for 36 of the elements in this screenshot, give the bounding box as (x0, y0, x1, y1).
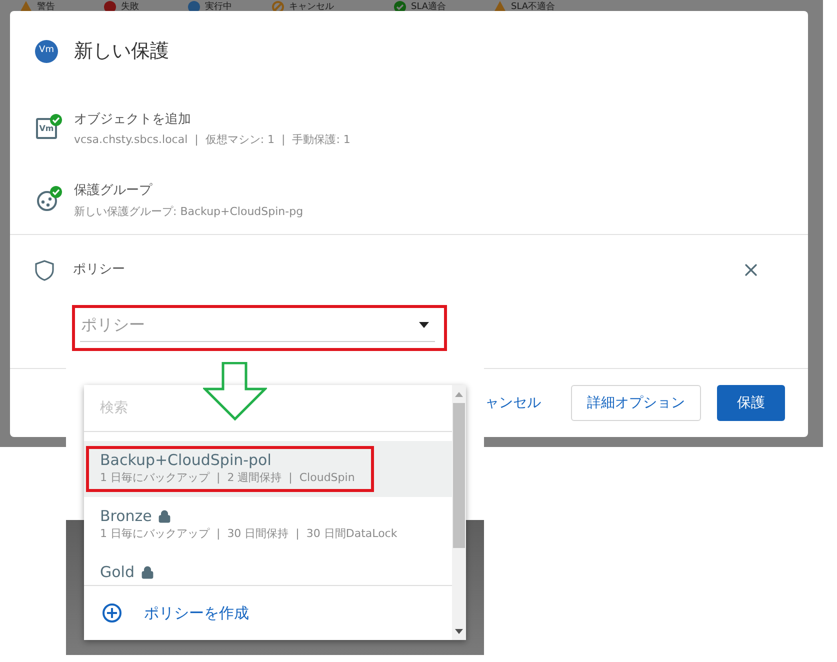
legend-label: 実行中 (205, 2, 232, 12)
section-title: ポリシー (73, 261, 125, 280)
legend-label: 警告 (37, 2, 55, 12)
option-name: Backup+CloudSpin-pol (100, 451, 272, 470)
scrollbar-thumb[interactable] (453, 403, 465, 548)
vm-badge: Vm (35, 40, 58, 62)
group-icon (36, 190, 58, 212)
lock-icon (158, 510, 171, 523)
dialog-title: 新しい保護 (74, 38, 169, 64)
step-summary: 新しい保護グループ: Backup+CloudSpin-pg (74, 204, 304, 220)
step-title: 保護グループ (74, 182, 154, 200)
arrow-annotation (203, 362, 267, 421)
create-policy-link[interactable]: ポリシーを作成 (144, 602, 249, 624)
step-title: オブジェクトを追加 (74, 110, 192, 128)
protect-button[interactable]: 保護 (717, 385, 785, 421)
scroll-down-icon[interactable] (455, 629, 463, 634)
legend-label: SLA不適合 (511, 2, 556, 12)
lock-icon (140, 566, 154, 579)
legend-label: 失敗 (121, 2, 139, 12)
step-summary: vcsa.chsty.sbcs.local | 仮想マシン: 1 | 手動保護: 1 (74, 132, 350, 148)
option-name: Gold (100, 563, 134, 582)
cancel-link[interactable]: ャンセル (485, 386, 541, 420)
scroll-up-icon[interactable] (455, 392, 463, 397)
scrollbar[interactable] (452, 385, 466, 640)
option-name: Bronze (100, 507, 152, 526)
advanced-options-button[interactable]: 詳細オプション (571, 385, 701, 421)
option-details: 1 日毎にバックアップ | 2 週間保持 | CloudSpin (100, 470, 356, 484)
option-details: 1 日毎にバックアップ | 30 日間保持 | 30 日間DataLock (100, 526, 398, 540)
search-field[interactable]: 検索 (100, 398, 400, 418)
cancel-icon (272, 1, 284, 13)
legend-label: SLA適合 (411, 2, 446, 12)
legend-label: キャンセル (289, 2, 334, 12)
policy-option[interactable]: Backup+CloudSpin-pol 1 日毎にバックアップ | 2 週間保持 | CloudSpin (84, 441, 452, 497)
shield-icon (35, 260, 54, 280)
dropdown-caret-icon (419, 322, 429, 328)
plus-circle-icon (102, 603, 122, 623)
